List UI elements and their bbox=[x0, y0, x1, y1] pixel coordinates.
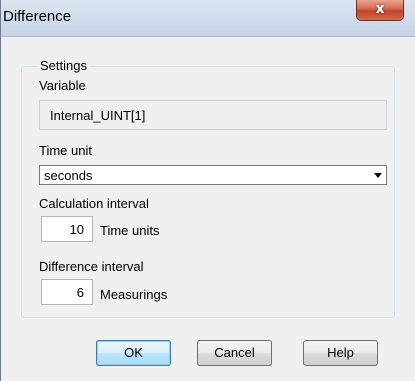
window-title: Difference bbox=[3, 8, 72, 25]
variable-label: Variable bbox=[39, 78, 86, 93]
close-button[interactable]: x bbox=[356, 0, 404, 21]
ok-button[interactable]: OK bbox=[96, 340, 171, 366]
time-unit-select[interactable]: seconds bbox=[39, 165, 387, 185]
time-unit-label: Time unit bbox=[39, 143, 92, 158]
calc-interval-unit: Time units bbox=[100, 223, 160, 238]
diff-interval-input[interactable]: 6 bbox=[41, 279, 93, 305]
title-bar[interactable]: Difference x bbox=[1, 0, 415, 37]
calc-interval-label: Calculation interval bbox=[39, 196, 149, 211]
time-unit-value: seconds bbox=[44, 168, 93, 183]
diff-interval-label: Difference interval bbox=[39, 259, 144, 274]
chevron-down-icon bbox=[374, 173, 382, 178]
settings-legend: Settings bbox=[37, 58, 90, 73]
close-icon: x bbox=[375, 1, 385, 17]
difference-dialog: Difference x Settings Variable Internal_… bbox=[0, 0, 415, 381]
calc-interval-input[interactable]: 10 bbox=[41, 216, 93, 242]
help-button[interactable]: Help bbox=[303, 340, 378, 366]
variable-field: Internal_UINT[1] bbox=[39, 100, 387, 130]
diff-interval-unit: Measurings bbox=[100, 287, 168, 302]
cancel-button[interactable]: Cancel bbox=[197, 340, 272, 366]
